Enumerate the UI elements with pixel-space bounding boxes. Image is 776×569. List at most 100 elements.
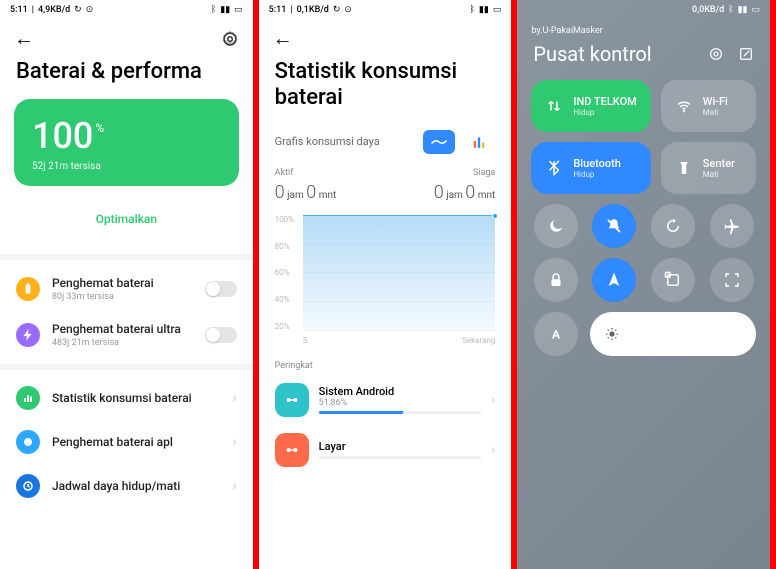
- mini-font[interactable]: A: [534, 312, 578, 356]
- phone-control-center: 0,0KB/dᛒ▮▮▭ by.U-PakaiMasker Pusat kontr…: [517, 0, 776, 569]
- mini-location[interactable]: [592, 258, 636, 302]
- mini-screenshot[interactable]: [651, 258, 695, 302]
- mini-plane[interactable]: [710, 204, 754, 248]
- schedule-icon: [16, 474, 40, 498]
- row-app-saver[interactable]: Penghemat baterai apl ›: [0, 420, 253, 464]
- mini-scan[interactable]: [710, 258, 754, 302]
- bt-icon: [545, 159, 563, 177]
- bt-icon: ᛒ: [211, 5, 216, 15]
- row-title: Statistik konsumsi baterai: [52, 391, 220, 405]
- tile-label: IND TELKOM: [573, 95, 636, 108]
- chart-line-button[interactable]: [423, 130, 455, 154]
- status-time: 5:11: [269, 5, 287, 15]
- app-name: Layar: [319, 440, 481, 453]
- mini-mute[interactable]: [592, 204, 636, 248]
- row-title: Penghemat baterai apl: [52, 435, 220, 449]
- tile-label: Senter: [703, 157, 735, 170]
- battery-percent: 100: [32, 115, 93, 157]
- tile-bt[interactable]: BluetoothHidup: [531, 142, 650, 194]
- lock-icon: [547, 271, 565, 289]
- cc-title: Pusat kontrol: [533, 42, 651, 66]
- phone-battery: 5:11|4,9KB/d↻⊙ ᛒ▮▮▭ ← Baterai & performa…: [0, 0, 259, 569]
- phone-stats: 5:11|0,1KB/d↻⊙ ᛒ▮▮▭ ← Statistik konsumsi…: [259, 0, 518, 569]
- row-title: Penghemat baterai: [52, 276, 193, 290]
- app-row[interactable]: Sistem Android51,86% ›: [259, 375, 512, 425]
- divider: [0, 254, 253, 260]
- app-icon: [275, 433, 309, 467]
- settings-icon[interactable]: [708, 46, 724, 62]
- app-icon: [275, 383, 309, 417]
- brightness-icon: [604, 326, 620, 342]
- status-speed: 4,9KB/d: [38, 5, 70, 15]
- back-button[interactable]: ←: [273, 26, 293, 51]
- mini-rotate[interactable]: [651, 204, 695, 248]
- data-icon: [545, 97, 563, 115]
- status-time: 5:11: [10, 5, 28, 15]
- chart-bar-button[interactable]: [463, 130, 495, 154]
- chart-endpoint: [492, 213, 498, 219]
- meta-row: Aktif Siaga: [259, 162, 512, 180]
- svg-text:A: A: [552, 328, 561, 342]
- battery-remaining: 52j 21m tersisa: [32, 161, 221, 172]
- meta-active: Aktif: [275, 168, 294, 178]
- app-percent: 51,86%: [319, 398, 481, 408]
- rank-label: Peringkat: [259, 349, 512, 375]
- tile-torch[interactable]: SenterMati: [661, 142, 756, 194]
- header: ←: [0, 18, 253, 55]
- edit-icon[interactable]: [738, 46, 754, 62]
- chart-x-labels: 5Sekarang: [303, 336, 496, 345]
- status-bar: 5:11|4,9KB/d↻⊙ ᛒ▮▮▭: [0, 0, 253, 18]
- status-bar: 0,0KB/dᛒ▮▮▭: [517, 0, 770, 18]
- row-schedule[interactable]: Jadwal daya hidup/mati ›: [0, 464, 253, 508]
- row-sub: 80j 33m tersisa: [52, 292, 193, 302]
- toggle-battery-saver[interactable]: [205, 281, 237, 297]
- location-icon: [605, 271, 623, 289]
- row-stats[interactable]: Statistik konsumsi baterai ›: [0, 376, 253, 420]
- chevron-right-icon: ›: [491, 392, 495, 408]
- status-speed: 0,0KB/d: [692, 5, 724, 15]
- percent-symbol: %: [95, 121, 104, 135]
- active-time: 0 jam 0 mnt: [275, 182, 337, 203]
- mini-moon[interactable]: [534, 204, 578, 248]
- time-row: 0 jam 0 mnt 0 jam 0 mnt: [259, 180, 512, 211]
- font-icon: A: [547, 325, 565, 343]
- chart-toggle-row: Grafis konsumsi daya: [259, 122, 512, 162]
- torch-icon: [675, 159, 693, 177]
- tile-label: Wi-Fi: [703, 95, 728, 108]
- chart-toggle-label: Grafis konsumsi daya: [275, 135, 380, 148]
- screenshot-icon: [664, 271, 682, 289]
- stats-icon: [16, 386, 40, 410]
- mini-lock[interactable]: [534, 258, 578, 302]
- app-name: Sistem Android: [319, 385, 481, 398]
- brightness-slider[interactable]: [590, 312, 756, 356]
- row-sub: 483j 21m tersisa: [52, 338, 193, 348]
- chevron-right-icon: ›: [232, 478, 236, 494]
- page-title: Baterai & performa: [0, 55, 253, 95]
- battery-icon: ▭: [234, 5, 243, 15]
- rotate-icon: [664, 217, 682, 235]
- battery-chart: 100%80%60%40%20% 5Sekarang: [275, 215, 496, 345]
- chart-y-labels: 100%80%60%40%20%: [275, 215, 294, 331]
- plane-icon: [723, 217, 741, 235]
- wifi-icon: [675, 97, 693, 115]
- chevron-right-icon: ›: [232, 390, 236, 406]
- tile-data[interactable]: IND TELKOMHidup: [531, 80, 650, 132]
- row-title: Penghemat baterai ultra: [52, 322, 193, 336]
- app-list: Sistem Android51,86% › Layar ›: [259, 375, 512, 475]
- row-ultra-saver[interactable]: Penghemat baterai ultra 483j 21m tersisa: [0, 312, 253, 358]
- back-button[interactable]: ←: [14, 26, 34, 51]
- carrier-label: by.U-PakaiMasker: [517, 18, 770, 38]
- row-battery-saver[interactable]: Penghemat baterai 80j 33m tersisa: [0, 266, 253, 312]
- tile-sub: Mati: [703, 170, 735, 179]
- signal-icon: ▮▮: [220, 5, 230, 15]
- ultra-saver-icon: [16, 323, 40, 347]
- toggle-ultra-saver[interactable]: [205, 327, 237, 343]
- settings-icon[interactable]: [221, 30, 239, 48]
- app-saver-icon: [16, 430, 40, 454]
- chart-fill: [303, 215, 496, 330]
- tile-wifi[interactable]: Wi-FiMati: [661, 80, 756, 132]
- tile-sub: Hidup: [573, 108, 636, 117]
- mini-grid: A: [517, 194, 770, 356]
- app-row[interactable]: Layar ›: [259, 425, 512, 475]
- optimize-button[interactable]: Optimalkan: [14, 200, 239, 238]
